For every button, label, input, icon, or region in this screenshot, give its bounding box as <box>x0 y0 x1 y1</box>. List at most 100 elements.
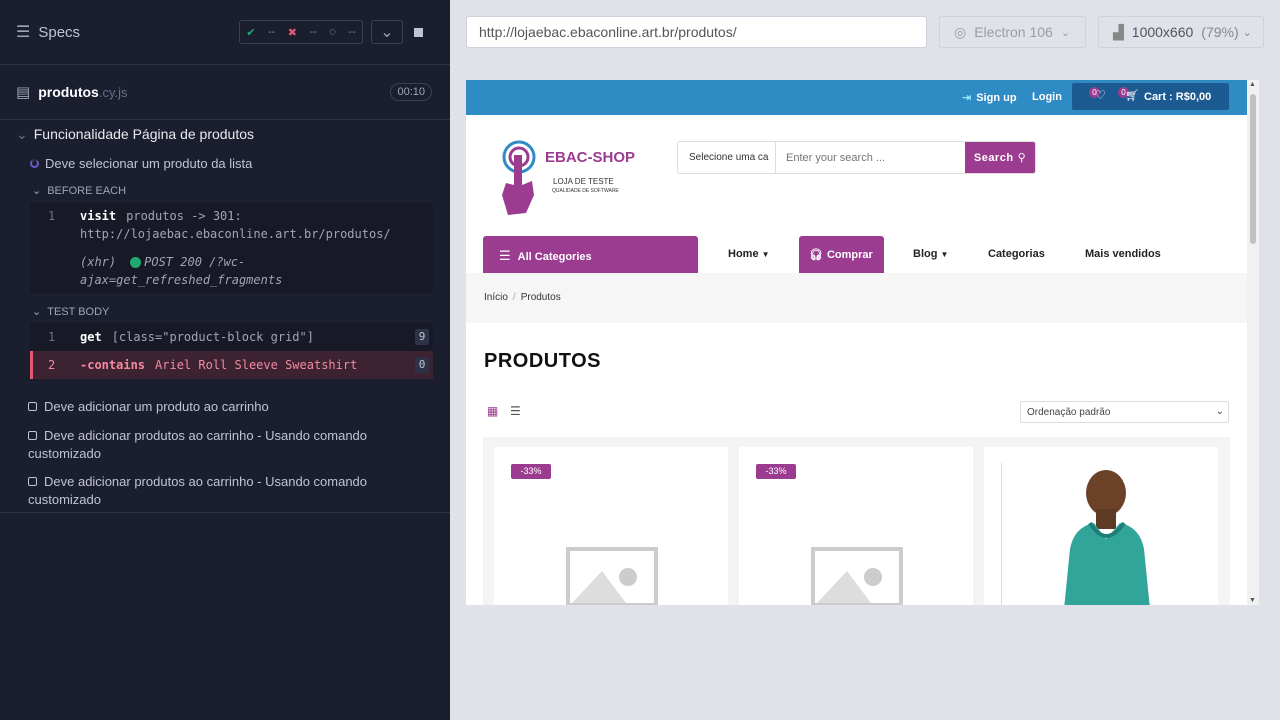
suite-title-text: Funcionalidade Página de produtos <box>33 126 255 142</box>
collapse-button[interactable]: ⌄ <box>371 20 403 44</box>
nav-blog[interactable]: Blog ▼ <box>913 248 948 260</box>
browser-select[interactable]: ◎ Electron 106 ⌄ <box>939 16 1086 48</box>
app-under-test-frame: ⇥ Sign up Login 0 ♡ 0 🛒︎ Cart : R$0,00 EB… <box>466 80 1259 605</box>
caret-down-icon: ▼ <box>761 250 770 259</box>
sale-badge: -33% <box>756 464 796 479</box>
passed-count: -- <box>267 26 276 38</box>
command-number: 2 <box>48 358 56 372</box>
active-test-title: Deve selecionar um produto da lista <box>45 156 253 171</box>
scrollbar-thumb[interactable] <box>1250 94 1256 244</box>
test-body-label[interactable]: ⌄ TEST BODY <box>32 305 109 318</box>
before-each-text: BEFORE EACH <box>47 185 127 197</box>
divider <box>1001 463 1002 605</box>
signup-link[interactable]: ⇥ Sign up <box>962 91 1017 104</box>
breadcrumb-separator: / <box>512 292 516 303</box>
test-item[interactable]: Deve adicionar produtos ao carrinho - Us… <box>28 473 428 509</box>
nav-home-label: Home <box>728 248 759 260</box>
command-arg: [class="product-block grid"] <box>111 330 314 344</box>
test-title: Deve adicionar um produto ao carrinho <box>44 399 269 414</box>
product-card[interactable]: -33% <box>739 447 973 605</box>
caret-down-icon: ▼ <box>940 250 949 259</box>
ruler-icon: ▟ <box>1113 23 1124 40</box>
chevron-down-icon: ⌄ <box>380 24 394 41</box>
duration-badge: 00:10 <box>390 83 432 101</box>
pending-test-icon <box>28 402 37 412</box>
specs-list-icon[interactable]: ☰ <box>16 22 30 42</box>
command-arg: Ariel Roll Sleeve Sweatshirt <box>155 358 358 372</box>
nav-home[interactable]: Home ▼ <box>728 248 770 260</box>
signup-text: Sign up <box>976 92 1017 104</box>
breadcrumb: Início / Produtos <box>466 273 1247 323</box>
failed-icon: ✖ <box>287 26 298 39</box>
sort-select-value: Ordenação padrão <box>1027 407 1111 418</box>
search-category-select[interactable]: Selecione uma ca <box>678 142 776 173</box>
divider <box>0 512 450 513</box>
main-nav: ☰ All Categories Home ▼ 🎧︎ Comprar Blog ▼ … <box>483 236 1230 273</box>
command-row[interactable]: 1 visit produtos -> 301: http://lojaebac.… <box>30 203 433 243</box>
active-test[interactable]: Deve selecionar um produto da lista <box>30 156 252 171</box>
test-item[interactable]: Deve adicionar um produto ao carrinho <box>28 399 438 414</box>
logo-title: EBAC-SHOP <box>545 149 636 166</box>
heart-icon[interactable]: ♡ <box>1095 88 1106 102</box>
spec-file-row: ▤ produtos .cy.js 00:10 <box>0 65 450 120</box>
list-view-icon[interactable]: ☰ <box>510 404 521 418</box>
stop-icon <box>413 27 423 37</box>
spec-file-ext: .cy.js <box>98 84 128 100</box>
signup-icon: ⇥ <box>962 92 972 104</box>
url-bar[interactable]: http://lojaebac.ebaconline.art.br/produt… <box>466 16 927 48</box>
status-dot-icon <box>130 257 142 268</box>
search-input[interactable] <box>776 142 965 173</box>
chevron-down-icon: ⌄ <box>1215 406 1224 417</box>
frame-scrollbar[interactable]: ▲ ▼ <box>1247 80 1259 605</box>
nav-blog-label: Blog <box>913 248 938 260</box>
nav-categorias[interactable]: Categorias <box>988 248 1045 260</box>
search-button[interactable]: Search ⚲ <box>965 142 1035 173</box>
login-link[interactable]: Login <box>1032 91 1062 103</box>
sort-select[interactable]: Ordenação padrão ⌄ <box>1020 401 1229 423</box>
cart-icon: 🛒︎ <box>1125 90 1139 102</box>
command-arg: produtos -> 301: http://lojaebac.ebaconl… <box>80 209 391 241</box>
browser-icon: ◎ <box>954 23 967 40</box>
pending-test-icon <box>28 431 37 441</box>
zoom-level: (79%) <box>1201 24 1239 40</box>
pending-icon: ◌ <box>329 26 336 38</box>
test-item[interactable]: Deve adicionar produtos ao carrinho - Us… <box>28 427 428 463</box>
search-bar: Selecione uma ca Search⚲ <box>677 141 1036 174</box>
command-number: 1 <box>48 330 56 344</box>
scroll-down-icon[interactable]: ▼ <box>1249 597 1256 604</box>
placeholder-image-icon <box>566 547 658 605</box>
breadcrumb-home[interactable]: Início <box>484 292 508 303</box>
test-title: Deve adicionar produtos ao carrinho - Us… <box>28 428 368 461</box>
sale-badge: -33% <box>511 464 551 479</box>
all-categories-label: All Categories <box>517 251 592 263</box>
failed-command-row[interactable]: 2 -contains Ariel Roll Sleeve Sweatshirt … <box>30 351 433 379</box>
search-button-label: Search <box>973 151 1014 164</box>
before-each-label[interactable]: ⌄ BEFORE EACH <box>32 184 126 197</box>
logo-subtitle: LOJA DE TESTE <box>553 177 614 186</box>
chevron-down-icon: ⌄ <box>16 126 28 142</box>
xhr-row[interactable]: (xhr) POST 200 /?wc-ajax=get_refreshed_fr… <box>30 253 433 289</box>
viewport-select[interactable]: ▟ 1000x660 (79%) ⌄ <box>1098 16 1264 48</box>
specs-label[interactable]: Specs <box>38 24 80 41</box>
suite-title[interactable]: ⌄ Funcionalidade Página de produtos <box>16 126 254 143</box>
command-row[interactable]: 1 get [class="product-block grid"] 9 <box>30 323 433 351</box>
all-categories-button[interactable]: ☰ All Categories <box>483 236 698 273</box>
headset-icon: 🎧︎ <box>809 249 823 261</box>
scroll-up-icon[interactable]: ▲ <box>1249 81 1256 88</box>
site-logo[interactable]: EBAC-SHOP LOJA DE TESTE QUALIDADE DE SOF… <box>496 135 646 225</box>
viewport-size: 1000x660 <box>1131 24 1194 40</box>
element-count-badge: 9 <box>415 329 429 345</box>
product-card[interactable]: -33% <box>494 447 728 605</box>
element-count-badge: 0 <box>415 357 429 373</box>
grid-view-icon[interactable]: ▦ <box>487 404 498 418</box>
file-icon: ▤ <box>16 84 31 101</box>
nav-comprar[interactable]: 🎧︎ Comprar <box>799 236 884 273</box>
product-card[interactable] <box>984 447 1218 605</box>
command-number: 1 <box>48 209 56 223</box>
test-body-text: TEST BODY <box>47 306 110 318</box>
page-title: PRODUTOS <box>484 350 601 372</box>
stop-button[interactable] <box>402 20 434 44</box>
nav-mais-vendidos[interactable]: Mais vendidos <box>1085 248 1161 260</box>
spec-file-name: produtos <box>38 84 99 100</box>
cart-box[interactable]: 0 ♡ 0 🛒︎ Cart : R$0,00 <box>1072 83 1229 110</box>
